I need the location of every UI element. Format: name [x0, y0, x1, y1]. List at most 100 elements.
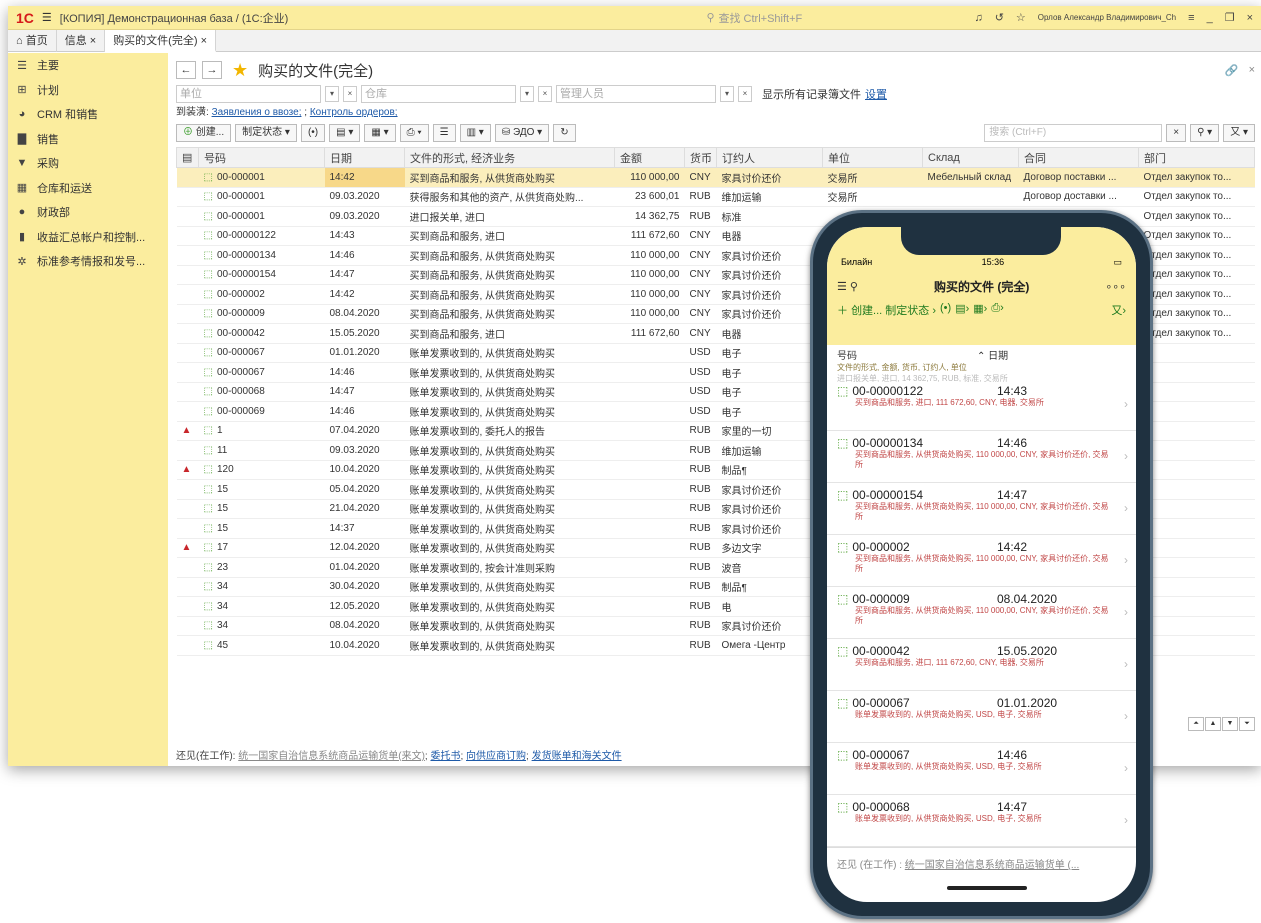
close-icon[interactable]: ×: [1249, 64, 1255, 77]
phone-footer-link[interactable]: 统一国家自治信息系统商品运输货单 (...: [905, 860, 1079, 871]
list-item[interactable]: ⬚ 00-000042 15.05.2020 买到商品和服务, 进口, 111 672…: [827, 639, 1136, 691]
clear-search-button[interactable]: ×: [1166, 124, 1187, 142]
more-button[interactable]: 又 ▾: [1223, 124, 1255, 142]
list-item[interactable]: ⬚ 00-000009 08.04.2020 买到商品和服务, 从供货商处购买, 11…: [827, 587, 1136, 639]
history-icon[interactable]: ↺: [995, 11, 1004, 24]
sidebar-item-crm[interactable]: ◕ CRM 和销售: [8, 102, 168, 127]
search-button[interactable]: ⚲ ▾: [1190, 124, 1220, 142]
report-button[interactable]: ▦ ▾: [364, 124, 396, 142]
list-button[interactable]: ☰: [432, 124, 456, 142]
sidebar-item-plan[interactable]: ⊞ 计划: [8, 78, 168, 103]
unit-filter[interactable]: 单位: [176, 85, 321, 103]
list-item[interactable]: ⬚ 00-000067 14:46 账单发票收到的, 从供货商处购买, USD, 电子…: [827, 743, 1136, 795]
scroll-top-button[interactable]: ⏶: [1188, 717, 1204, 731]
cell-c: RUB: [684, 187, 717, 207]
menu-icon[interactable]: ☰ ⚲: [837, 280, 858, 293]
sidebar-item-treasury[interactable]: ● 财政部: [8, 200, 168, 225]
phone-doc-button[interactable]: ▤›: [955, 302, 969, 318]
settings-link[interactable]: 设置: [865, 86, 887, 102]
col-amount[interactable]: 金额: [614, 147, 685, 168]
dropdown-icon[interactable]: ▾: [520, 86, 534, 102]
sidebar-item-purchases[interactable]: ▼ 采购: [8, 151, 168, 176]
favorites-icon[interactable]: ☆: [1016, 11, 1026, 24]
list-item[interactable]: ⬚ 00-00000134 14:46 买到商品和服务, 从供货商处购买, 110 0…: [827, 431, 1136, 483]
cell-p: 家具讨价还价: [716, 245, 823, 266]
doc-button[interactable]: ▤ ▾: [329, 124, 361, 142]
clear-icon[interactable]: ×: [343, 86, 357, 102]
item-number: 00-000042: [852, 644, 910, 658]
bell-icon[interactable]: ♫: [974, 12, 982, 24]
signal-button[interactable]: (•): [300, 124, 326, 142]
cell-s: [614, 362, 685, 383]
star-icon[interactable]: ★: [232, 60, 248, 81]
table-row[interactable]: ⬚ 00-000001 09.03.2020 获得服务和其他的资产, 从供货商处购..…: [176, 187, 1255, 207]
footer-link-invoice[interactable]: 发货账单和海关文件: [532, 751, 622, 762]
maximize-icon[interactable]: ❐: [1225, 11, 1235, 24]
col-currency[interactable]: 货币: [684, 147, 717, 168]
link-import[interactable]: Заявления о ввозе;: [212, 107, 302, 118]
clear-icon[interactable]: ×: [738, 86, 752, 102]
link-icon[interactable]: 🔗: [1225, 64, 1239, 77]
link-orders[interactable]: Контроль ордеров;: [310, 107, 398, 118]
forward-button[interactable]: →: [202, 61, 222, 79]
edo-button[interactable]: ⛁ ЭДО ▾: [494, 124, 550, 142]
warehouse-filter[interactable]: 仓库: [361, 85, 516, 103]
close-icon[interactable]: ×: [1247, 12, 1253, 24]
col-warehouse[interactable]: Склад: [922, 147, 1019, 168]
document-icon: ⬚: [203, 522, 213, 534]
manager-filter[interactable]: 管理人员: [556, 85, 716, 103]
list-item[interactable]: ⬚ 00-000067 01.01.2020 账单发票收到的, 从供货商处购买, US…: [827, 691, 1136, 743]
global-search[interactable]: ⚲ 查找 Ctrl+Shift+F: [706, 10, 926, 26]
list-item[interactable]: ⬚ 00-000002 14:42 买到商品和服务, 从供货商处购买, 110 000…: [827, 535, 1136, 587]
list-item[interactable]: ⬚ 00-00000122 14:43 买到商品和服务, 进口, 111 672,60…: [827, 379, 1136, 431]
cell-number: ⬚ 00-000067: [198, 343, 325, 363]
tab-home[interactable]: ⌂ 首页: [8, 29, 57, 52]
dropdown-icon[interactable]: ▾: [720, 86, 734, 102]
col-contract[interactable]: 合同: [1018, 147, 1139, 168]
col-number[interactable]: 号码: [198, 147, 325, 168]
phone-signal-button[interactable]: (•): [940, 302, 951, 318]
settings-icon[interactable]: ≡: [1188, 12, 1194, 24]
sidebar-item-main[interactable]: ☰ 主要: [8, 53, 168, 78]
cell-c: USD: [684, 343, 717, 363]
phone-print-button[interactable]: ⎙›: [991, 302, 1003, 318]
scroll-up-button[interactable]: ▲: [1205, 717, 1221, 731]
clear-icon[interactable]: ×: [538, 86, 552, 102]
cell-t: 账单发票收到的, 从供货商处购买: [404, 362, 615, 383]
list-item[interactable]: ⬚ 00-00000154 14:47 买到商品和服务, 从供货商处购买, 110 0…: [827, 483, 1136, 535]
list-item[interactable]: ⬚ 00-000068 14:47 账单发票收到的, 从供货商处购买, USD, 电子…: [827, 795, 1136, 847]
footer-link-order[interactable]: 向供应商订购: [466, 751, 526, 762]
phone-create-button[interactable]: ＋ 创建... 制定状态 ›: [837, 302, 936, 318]
user-name[interactable]: Орлов Александр Владимирович_Ch: [1038, 13, 1176, 22]
more-icon[interactable]: ∘∘∘: [1105, 280, 1126, 293]
sidebar-item-warehouse[interactable]: ▦ 仓库和运送: [8, 176, 168, 201]
footer-link-power[interactable]: 委托书: [430, 751, 460, 762]
phone-report-button[interactable]: ▦›: [973, 302, 987, 318]
col-type[interactable]: 文件的形式, 经济业务: [404, 147, 615, 168]
search-input[interactable]: 搜索 (Ctrl+F): [984, 124, 1163, 142]
phone-more-button[interactable]: 又›: [1111, 302, 1126, 318]
col-unit[interactable]: 单位: [822, 147, 923, 168]
attach-button[interactable]: ▥ ▾: [459, 124, 491, 142]
col-date[interactable]: 日期: [324, 147, 405, 168]
tab-info[interactable]: 信息 ×: [57, 29, 106, 52]
menu-icon[interactable]: ☰: [42, 11, 52, 24]
table-row[interactable]: ⬚ 00-000001 14:42 买到商品和服务, 从供货商处购买 110 000,0…: [176, 167, 1255, 188]
col-department[interactable]: 部门: [1138, 147, 1255, 168]
dropdown-icon[interactable]: ▾: [325, 86, 339, 102]
minimize-icon[interactable]: _: [1207, 12, 1213, 24]
footer-link-waybill[interactable]: 统一国家自治信息系统商品运输货单(来文): [238, 751, 425, 762]
scroll-bottom-button[interactable]: ⏷: [1239, 717, 1255, 731]
sidebar-item-sales[interactable]: ▇ 销售: [8, 127, 168, 152]
col-partner[interactable]: 订约人: [716, 147, 823, 168]
print-button[interactable]: ⎙ ▾: [399, 124, 429, 142]
scroll-down-button[interactable]: ▼: [1222, 717, 1238, 731]
sidebar-item-reference[interactable]: ✲ 标准参考情报和发号...: [8, 249, 168, 274]
sidebar-item-accounting[interactable]: ▮ 收益汇总帐户和控制...: [8, 225, 168, 250]
back-button[interactable]: ←: [176, 61, 196, 79]
cell-s: [614, 596, 685, 617]
create-button[interactable]: ⊕ 创建...: [176, 124, 232, 142]
tab-purchase-docs[interactable]: 购买的文件(完全) ×: [105, 29, 216, 52]
refresh-button[interactable]: ↻: [553, 124, 576, 142]
status-button[interactable]: 制定状态 ▾: [235, 124, 297, 142]
